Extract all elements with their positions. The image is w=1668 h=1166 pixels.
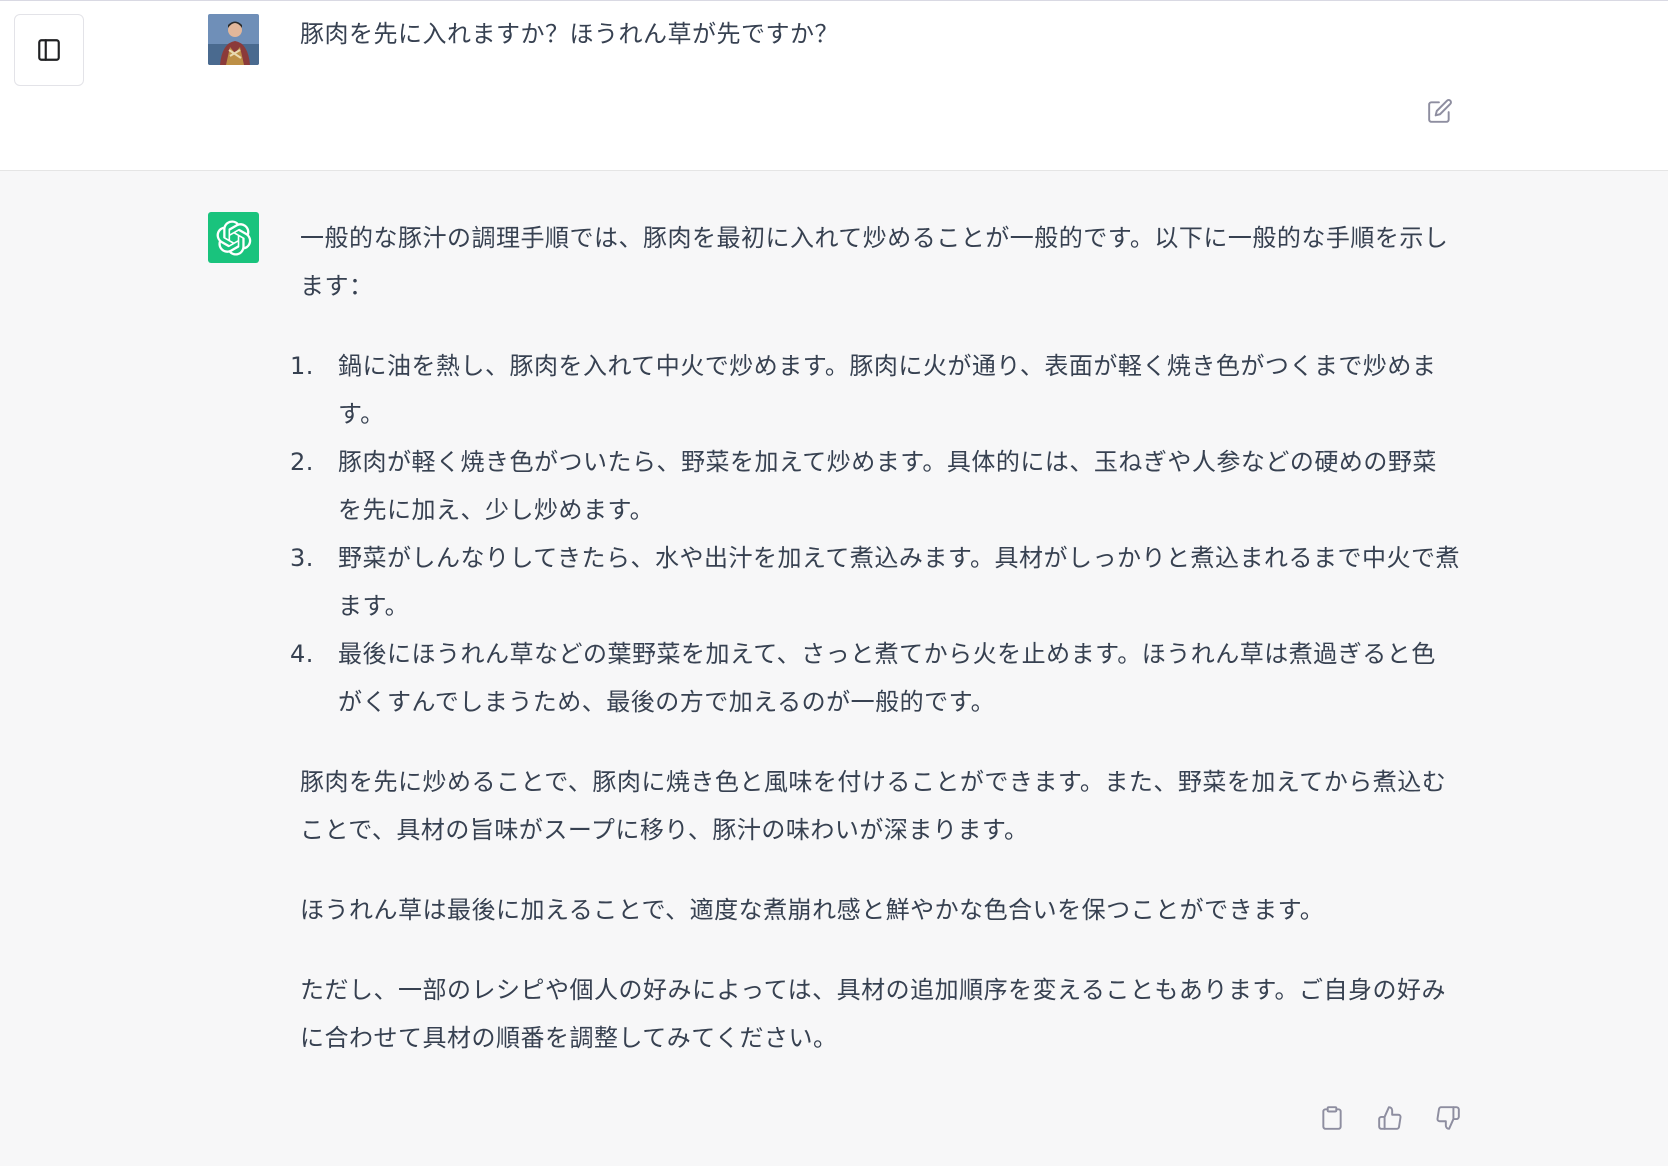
list-item-text: 鍋に油を熱し、豚肉を入れて中火で炒めます。豚肉に火が通り、表面が軽く焼き色がつく… [338, 352, 1437, 428]
user-avatar [208, 14, 259, 65]
copy-button[interactable] [1316, 1102, 1348, 1134]
list-item: 4. 最後にほうれん草などの葉野菜を加えて、さっと煮てから火を止めます。ほうれん… [290, 630, 1460, 726]
assistant-paragraph: ただし、一部のレシピや個人の好みによっては、具材の追加順序を変えることもあります… [300, 976, 1446, 1052]
thumbs-up-button[interactable] [1374, 1102, 1406, 1134]
list-item: 3. 野菜がしんなりしてきたら、水や出汁を加えて煮込みます。具材がしっかりと煮込… [290, 534, 1460, 630]
assistant-paragraph: ほうれん草は最後に加えることで、適度な煮崩れ感と鮮やかな色合いを保つことができま… [300, 896, 1325, 924]
steps-list: 1. 鍋に油を熱し、豚肉を入れて中火で炒めます。豚肉に火が通り、表面が軽く焼き色… [290, 342, 1460, 726]
assistant-paragraph: 豚肉を先に炒めることで、豚肉に焼き色と風味を付けることができます。また、野菜を加… [300, 768, 1447, 844]
assistant-message-content: 一般的な豚汁の調理手順では、豚肉を最初に入れて炒めることが一般的です。以下に一般… [290, 214, 1460, 1094]
list-item-number: 2. [290, 448, 314, 476]
list-item-text: 豚肉が軽く焼き色がついたら、野菜を加えて炒めます。具体的には、玉ねぎや人参などの… [338, 448, 1437, 524]
sidebar-toggle-button[interactable] [14, 14, 84, 86]
list-item-number: 4. [290, 640, 314, 668]
user-message-text: 豚肉を先に入れますか？ほうれん草が先ですか？ [300, 20, 839, 48]
clipboard-icon [1322, 1106, 1342, 1130]
message-actions [1316, 1102, 1464, 1134]
edit-message-button[interactable] [1424, 95, 1456, 127]
list-item: 1. 鍋に油を熱し、豚肉を入れて中火で炒めます。豚肉に火が通り、表面が軽く焼き色… [290, 342, 1460, 438]
sidebar-toggle-icon [38, 39, 60, 61]
assistant-avatar [208, 212, 259, 263]
user-message-row: 豚肉を先に入れますか？ほうれん草が先ですか？ [0, 1, 1668, 171]
edit-icon [1428, 99, 1452, 123]
assistant-message-row: 一般的な豚汁の調理手順では、豚肉を最初に入れて炒めることが一般的です。以下に一般… [0, 171, 1668, 1166]
thumbs-down-icon [1436, 1106, 1460, 1130]
list-item-number: 1. [290, 352, 314, 380]
openai-logo-icon [216, 219, 251, 256]
thumbs-up-icon [1378, 1106, 1402, 1130]
thumbs-down-button[interactable] [1432, 1102, 1464, 1134]
list-item: 2. 豚肉が軽く焼き色がついたら、野菜を加えて炒めます。具体的には、玉ねぎや人参… [290, 438, 1460, 534]
list-item-number: 3. [290, 544, 314, 572]
assistant-intro: 一般的な豚汁の調理手順では、豚肉を最初に入れて炒めることが一般的です。以下に一般… [300, 224, 1449, 300]
list-item-text: 野菜がしんなりしてきたら、水や出汁を加えて煮込みます。具材がしっかりと煮込まれる… [338, 544, 1460, 620]
list-item-text: 最後にほうれん草などの葉野菜を加えて、さっと煮てから火を止めます。ほうれん草は煮… [338, 640, 1436, 716]
